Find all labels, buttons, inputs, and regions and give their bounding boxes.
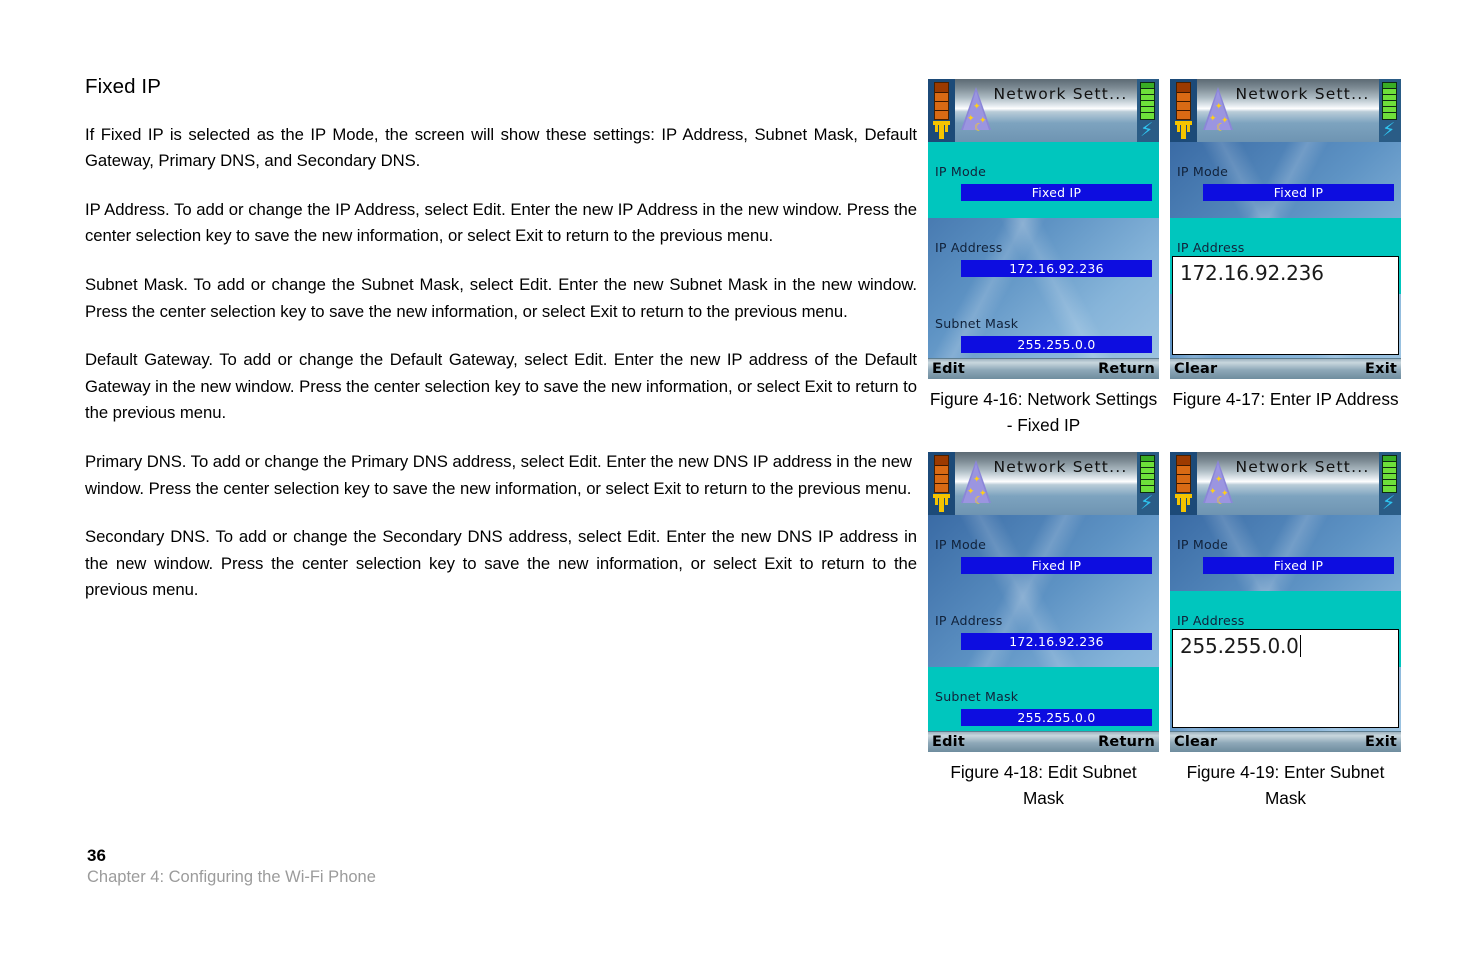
screen-title: Network Sett... [993,458,1128,476]
setting-label: IP Address [935,240,1003,255]
setting-row-ip-address[interactable]: IP Address 172.16.92.236 [928,218,1159,294]
setting-row-subnet-mask[interactable]: Subnet Mask 255.255.0.0 [928,667,1159,731]
setting-value: Fixed IP [1203,184,1394,201]
text-entry-field[interactable]: 172.16.92.236 [1172,256,1399,355]
text-entry-field[interactable]: 255.255.0.0 [1172,629,1399,728]
network-cone-icon: ✦ ✦ ✦ ☾ [961,87,991,133]
phone-screen-enter-subnet-mask: ✦ ✦ ✦ ☾ Network Sett... ⚡ IP Mode Fixed … [1170,452,1401,752]
softkey-left[interactable]: Edit [932,733,965,752]
figure-4-19: ✦ ✦ ✦ ☾ Network Sett... ⚡ IP Mode Fixed … [1170,452,1401,811]
figure-grid: ✦ ✦ ✦ ☾ Network Sett... ⚡ IP Mode Fixed … [928,79,1410,811]
figure-4-18: ✦ ✦ ✦ ☾ Network Sett... ⚡ IP Mode Fixed … [928,452,1159,811]
paragraph-secondary-dns: Secondary DNS. To add or change the Seco… [85,527,917,600]
setting-value: 172.16.92.236 [961,260,1152,277]
figure-caption: Figure 4-18: Edit Subnet Mask [950,762,1137,808]
signal-strength-icon [928,79,955,142]
network-cone-icon: ✦ ✦ ✦ ☾ [1203,460,1233,506]
softkey-right[interactable]: Return [1098,360,1155,379]
figure-4-17: ✦ ✦ ✦ ☾ Network Sett... ⚡ IP Mode Fixed … [1170,79,1401,438]
softkey-left[interactable]: Clear [1174,360,1217,379]
setting-value: Fixed IP [961,557,1152,574]
document-page: Fixed IP If Fixed IP is selected as the … [0,0,1475,954]
setting-value: 172.16.92.236 [961,633,1152,650]
figure-row-bottom: ✦ ✦ ✦ ☾ Network Sett... ⚡ IP Mode Fixed … [928,452,1410,811]
figure-caption: Figure 4-17: Enter IP Address [1172,389,1399,409]
screen-titlebar: ✦ ✦ ✦ ☾ Network Sett... ⚡ [1170,452,1401,515]
paragraph-primary-dns: Primary DNS. To add or change the Primar… [85,451,912,498]
setting-label: IP Mode [935,164,987,179]
chapter-label: Chapter 4: Configuring the Wi-Fi Phone [87,868,376,886]
screen-title: Network Sett... [993,85,1128,103]
setting-value: Fixed IP [961,184,1152,201]
phone-screen-enter-ip-address: ✦ ✦ ✦ ☾ Network Sett... ⚡ IP Mode Fixed … [1170,79,1401,379]
setting-label: IP Mode [935,537,987,552]
screen-body: IP Mode Fixed IP IP Address 255.255.0.0 [1170,515,1401,731]
softkey-right[interactable]: Exit [1365,360,1397,379]
signal-strength-icon [1170,79,1197,142]
battery-charging-icon: ⚡ [1137,452,1159,515]
screen-titlebar: ✦ ✦ ✦ ☾ Network Sett... ⚡ [928,452,1159,515]
figure-caption: Figure 4-19: Enter Subnet Mask [1186,762,1385,808]
text-entry-value: 172.16.92.236 [1180,261,1324,285]
paragraph-ip-address: IP Address. To add or change the IP Addr… [85,199,917,246]
setting-row-ip-mode[interactable]: IP Mode Fixed IP [928,142,1159,218]
setting-label: IP Mode [1177,164,1229,179]
paragraph-default-gateway: Default Gateway. To add or change the De… [85,350,917,423]
softkey-right[interactable]: Return [1098,733,1155,752]
paragraph-intro: If Fixed IP is selected as the IP Mode, … [85,124,917,171]
setting-value: 255.255.0.0 [961,336,1152,353]
text-cursor [1299,635,1301,657]
phone-screen-network-settings-fixed-ip: ✦ ✦ ✦ ☾ Network Sett... ⚡ IP Mode Fixed … [928,79,1159,379]
figure-4-16: ✦ ✦ ✦ ☾ Network Sett... ⚡ IP Mode Fixed … [928,79,1159,438]
setting-value: 255.255.0.0 [961,709,1152,726]
softkey-left[interactable]: Clear [1174,733,1217,752]
network-cone-icon: ✦ ✦ ✦ ☾ [961,460,991,506]
softkey-bar: Edit Return [928,358,1159,379]
signal-strength-icon [928,452,955,515]
signal-strength-icon [1170,452,1197,515]
figure-row-top: ✦ ✦ ✦ ☾ Network Sett... ⚡ IP Mode Fixed … [928,79,1410,438]
softkey-bar: Edit Return [928,731,1159,752]
screen-titlebar: ✦ ✦ ✦ ☾ Network Sett... ⚡ [1170,79,1401,142]
text-entry-value: 255.255.0.0 [1180,634,1299,658]
softkey-bar: Clear Exit [1170,731,1401,752]
setting-label: IP Address [935,613,1003,628]
setting-label: IP Address [1177,240,1245,255]
setting-row-ip-mode[interactable]: IP Mode Fixed IP [1170,142,1401,218]
screen-title: Network Sett... [1235,458,1370,476]
softkey-bar: Clear Exit [1170,358,1401,379]
battery-charging-icon: ⚡ [1137,79,1159,142]
paragraph-subnet-mask: Subnet Mask. To add or change the Subnet… [85,275,917,321]
screen-body: IP Mode Fixed IP IP Address 172.16.92.23… [928,142,1159,358]
screen-body: IP Mode Fixed IP IP Address 172.16.92.23… [928,515,1159,731]
page-number: 36 [87,846,106,865]
screen-body: IP Mode Fixed IP IP Address 172.16.92.23… [1170,142,1401,358]
setting-row-subnet-mask[interactable]: Subnet Mask 255.255.0.0 [928,294,1159,358]
screen-title: Network Sett... [1235,85,1370,103]
page-title: Fixed IP [85,75,161,98]
setting-value: Fixed IP [1203,557,1394,574]
setting-row-ip-mode[interactable]: IP Mode Fixed IP [928,515,1159,591]
figure-caption: Figure 4-16: Network Settings - Fixed IP [929,389,1158,435]
battery-charging-icon: ⚡ [1379,452,1401,515]
battery-charging-icon: ⚡ [1379,79,1401,142]
setting-label: Subnet Mask [935,316,1019,331]
setting-label: Subnet Mask [935,689,1019,704]
text-entry-line: 255.255.0.0 [1180,633,1301,659]
body-text-column: Fixed IP If Fixed IP is selected as the … [85,74,917,626]
setting-row-ip-mode[interactable]: IP Mode Fixed IP [1170,515,1401,591]
setting-label: IP Address [1177,613,1245,628]
setting-label: IP Mode [1177,537,1229,552]
page-footer: 36 Chapter 4: Configuring the Wi-Fi Phon… [87,845,376,889]
screen-titlebar: ✦ ✦ ✦ ☾ Network Sett... ⚡ [928,79,1159,142]
phone-screen-edit-subnet-mask: ✦ ✦ ✦ ☾ Network Sett... ⚡ IP Mode Fixed … [928,452,1159,752]
softkey-left[interactable]: Edit [932,360,965,379]
network-cone-icon: ✦ ✦ ✦ ☾ [1203,87,1233,133]
softkey-right[interactable]: Exit [1365,733,1397,752]
setting-row-ip-address[interactable]: IP Address 172.16.92.236 [928,591,1159,667]
